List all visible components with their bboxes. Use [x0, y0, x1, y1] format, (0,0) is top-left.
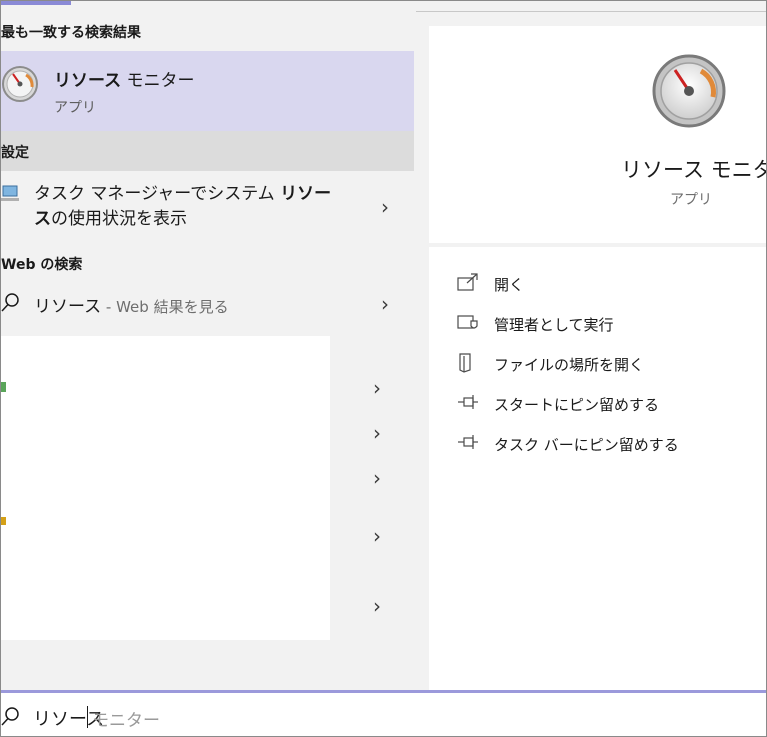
action-open[interactable]: 開く — [457, 273, 757, 297]
divider — [429, 243, 766, 247]
text-caret — [87, 706, 88, 728]
action-open-file-location[interactable]: ファイルの場所を開く — [457, 353, 757, 377]
search-window: 最も一致する検索結果 リソース モニター アプリ 設定 タスク マネージャーでシ… — [0, 0, 767, 737]
chevron-right-icon[interactable]: › — [373, 594, 381, 618]
pin-icon — [458, 395, 478, 409]
action-label: 開く — [494, 276, 525, 294]
results-pane: 最も一致する検索結果 リソース モニター アプリ 設定 タスク マネージャーでシ… — [1, 12, 414, 691]
search-icon — [1, 293, 19, 312]
best-match-subtitle: アプリ — [54, 100, 96, 116]
best-match-result[interactable]: リソース モニター アプリ — [1, 51, 414, 131]
chevron-right-icon[interactable]: › — [373, 466, 381, 490]
search-bar[interactable]: リソース モニター — [1, 690, 766, 736]
action-label: 管理者として実行 — [494, 316, 614, 334]
gauge-icon — [652, 54, 726, 128]
detail-pane: リソース モニター アプリ 開く 管理者として実行 ファイルの場所を開く — [429, 26, 766, 691]
settings-result-label: タスク マネージャーでシステム リソースの使用状況を表示 — [34, 184, 332, 229]
search-icon — [1, 707, 19, 726]
blank-overlay-panel — [1, 336, 330, 640]
top-divider — [416, 11, 766, 12]
search-autocomplete: モニター — [92, 711, 160, 731]
settings-section: 設定 — [1, 131, 414, 171]
app-type: アプリ — [670, 192, 712, 208]
partial-icon — [1, 382, 6, 392]
partial-icon — [1, 517, 6, 525]
pin-icon — [458, 435, 478, 449]
action-label: スタートにピン留めする — [494, 396, 660, 414]
action-pin-to-start[interactable]: スタートにピン留めする — [457, 393, 757, 417]
chevron-right-icon[interactable]: › — [381, 292, 389, 316]
chevron-right-icon[interactable]: › — [373, 524, 381, 548]
action-label: タスク バーにピン留めする — [494, 436, 679, 454]
best-match-title: リソース モニター — [54, 71, 195, 91]
web-search-label: リソース - Web 結果を見る — [34, 297, 229, 317]
app-title: リソース モニター — [621, 158, 766, 182]
best-match-header: 最も一致する検索結果 — [1, 25, 141, 41]
action-pin-to-taskbar[interactable]: タスク バーにピン留めする — [457, 433, 757, 457]
settings-header: 設定 — [1, 145, 29, 161]
gauge-icon — [2, 66, 38, 102]
open-icon — [457, 273, 478, 291]
web-search-header: Web の検索 — [1, 257, 83, 273]
web-search-result[interactable]: リソース - Web 結果を見る › — [1, 284, 414, 326]
chevron-right-icon[interactable]: › — [373, 421, 381, 445]
chevron-right-icon[interactable]: › — [373, 376, 381, 400]
admin-shield-icon — [457, 315, 478, 329]
monitor-icon — [1, 185, 19, 201]
settings-result-task-manager[interactable]: タスク マネージャーでシステム リソースの使用状況を表示 › — [1, 172, 414, 256]
chevron-right-icon[interactable]: › — [381, 195, 389, 219]
action-run-as-admin[interactable]: 管理者として実行 — [457, 313, 757, 337]
top-strip — [1, 1, 766, 12]
tab-accent — [1, 1, 71, 5]
action-label: ファイルの場所を開く — [494, 356, 645, 374]
file-location-icon — [459, 353, 471, 373]
